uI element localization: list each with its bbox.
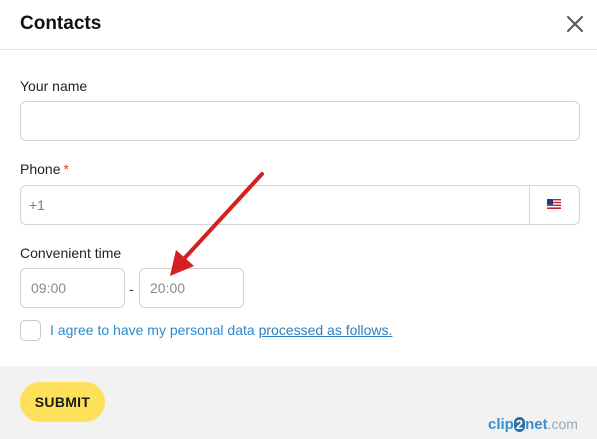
dialog-title: Contacts (20, 13, 102, 34)
watermark-logo: clip 2 net.com (488, 416, 578, 433)
time-separator: - (129, 281, 134, 297)
phone-input[interactable] (21, 186, 545, 224)
name-input[interactable] (20, 101, 580, 141)
consent-link[interactable]: processed as follows. (259, 322, 393, 338)
submit-button[interactable]: SUBMIT (20, 382, 105, 422)
dialog-header: Contacts (0, 0, 597, 50)
flag-divider (529, 186, 530, 224)
consent-checkbox[interactable] (20, 320, 41, 341)
consent-text: I agree to have my personal data process… (50, 322, 392, 338)
name-label: Your name (20, 78, 88, 94)
phone-field (20, 185, 580, 225)
consent-label: I agree to have my personal data (50, 322, 259, 338)
close-icon[interactable] (566, 15, 584, 33)
phone-label-text: Phone (20, 161, 61, 177)
us-flag-icon[interactable] (547, 199, 561, 209)
phone-label: Phone * (20, 161, 69, 177)
watermark-part2: 2 (513, 417, 526, 432)
watermark-part3: net (525, 416, 548, 433)
watermark-part4: .com (547, 416, 578, 432)
time-from-input[interactable] (20, 268, 125, 308)
time-to-input[interactable] (139, 268, 244, 308)
contacts-dialog: Contacts Your name Phone* Convenient tim… (0, 0, 597, 439)
time-label: Convenient time (20, 245, 122, 261)
required-mark: * (63, 161, 69, 177)
watermark-part1: clip (488, 416, 514, 433)
